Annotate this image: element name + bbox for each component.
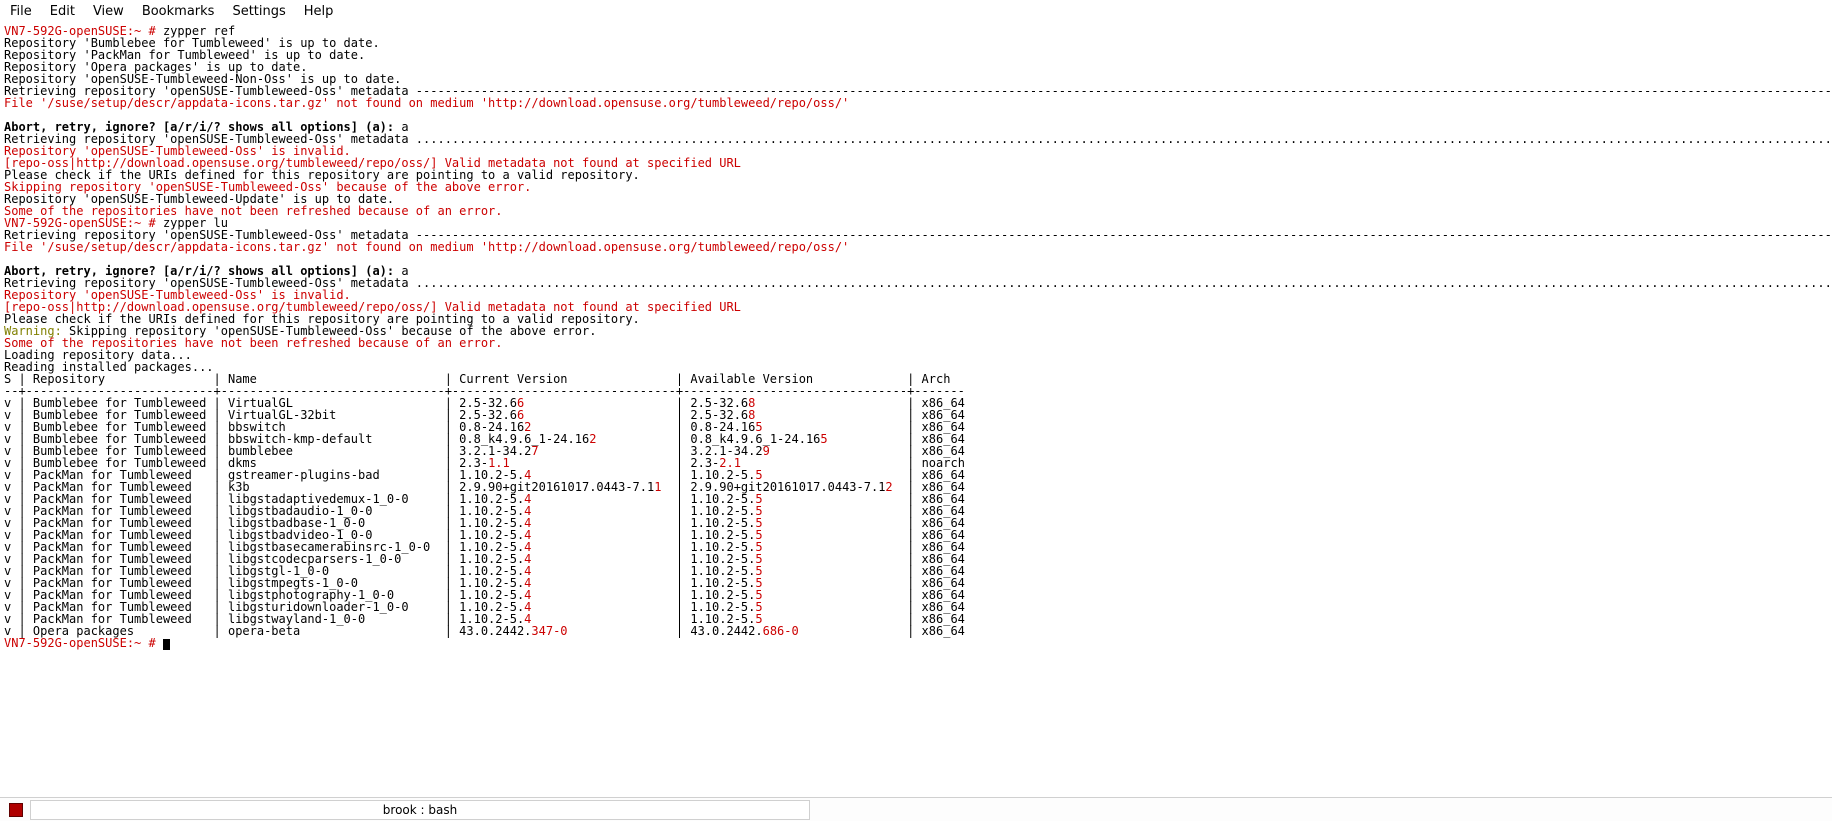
menu-view[interactable]: View <box>93 4 124 19</box>
menu-bookmarks[interactable]: Bookmarks <box>142 4 215 19</box>
terminal-cursor <box>163 639 170 650</box>
menu-file[interactable]: File <box>10 4 32 19</box>
menubar: File Edit View Bookmarks Settings Help <box>0 0 1832 23</box>
taskbar-active-label: brook : bash <box>383 803 457 817</box>
menu-settings[interactable]: Settings <box>232 4 285 19</box>
shell-prompt: VN7-592G-openSUSE:~ # <box>4 636 156 650</box>
menu-edit[interactable]: Edit <box>50 4 75 19</box>
taskbar-active-window[interactable]: brook : bash <box>30 800 810 820</box>
konsole-icon <box>9 803 23 817</box>
terminal-output[interactable]: VN7-592G-openSUSE:~ # zypper refReposito… <box>0 23 1832 797</box>
taskbar-app-button[interactable] <box>4 800 28 820</box>
menu-help[interactable]: Help <box>304 4 334 19</box>
taskbar: brook : bash <box>0 797 1832 821</box>
